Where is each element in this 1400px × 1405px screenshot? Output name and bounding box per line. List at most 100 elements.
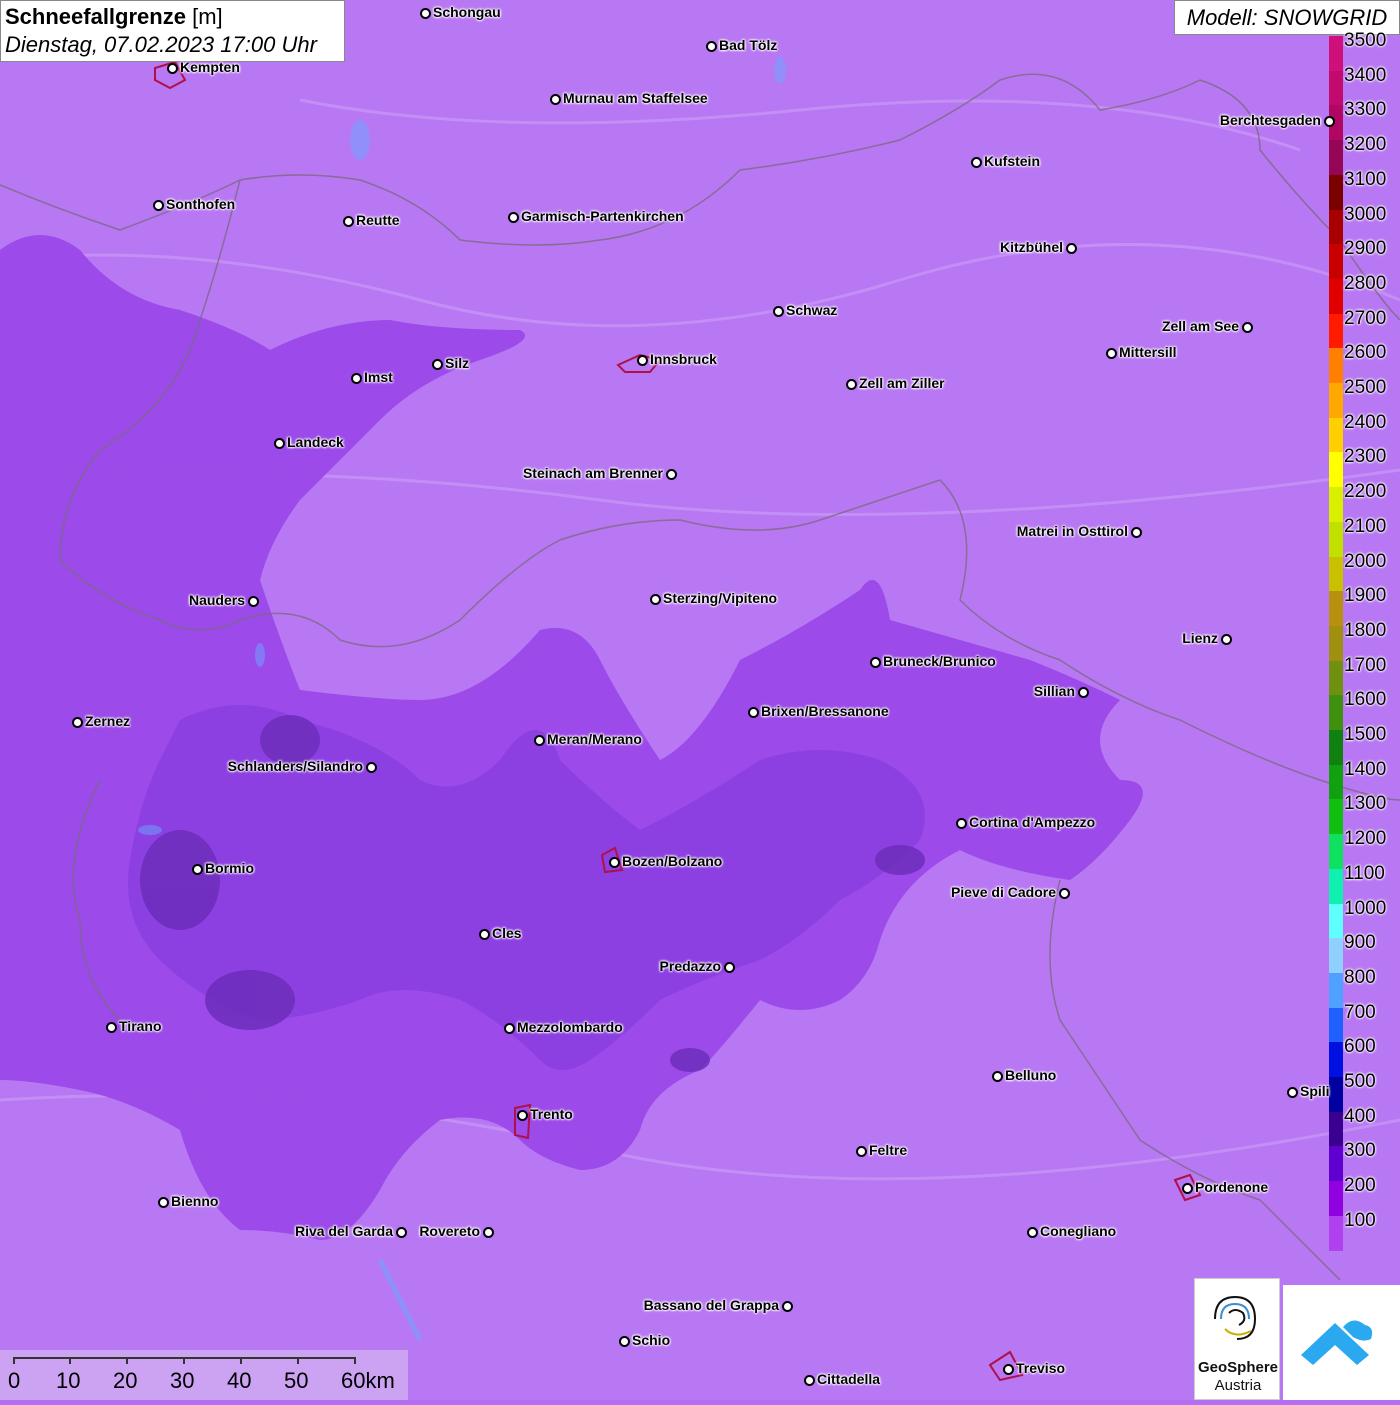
city-label: Reutte [356,212,400,228]
city-label: Pordenone [1195,1179,1269,1195]
legend-label: 400 [1344,1105,1376,1127]
city-marker-icon [72,717,83,728]
city-marker-icon [1221,634,1232,645]
legend-label: 800 [1344,966,1376,988]
city-label: Kempten [180,59,240,75]
legend-color-2100 [1329,521,1343,557]
city-marker-icon [650,594,661,605]
city-marker-icon [782,1301,793,1312]
legend-color-3500 [1329,36,1343,72]
legend-color-500 [1329,1077,1343,1113]
legend-color-800 [1329,972,1343,1009]
legend-label: 1600 [1344,689,1387,711]
city-marker-icon [508,212,519,223]
city-label: Lienz [1182,630,1218,646]
legend-label: 1000 [1344,897,1387,919]
city-marker-icon [637,355,648,366]
legend-color-2500 [1329,383,1343,419]
city-marker-icon [550,94,561,105]
city-label: Schlanders/Silandro [227,758,363,774]
city-marker-icon [748,707,759,718]
city-label: Conegliano [1040,1223,1117,1239]
city-label: Matrei in Osttirol [1016,523,1128,539]
legend-color-2400 [1329,417,1343,453]
city-label: Bormio [205,860,254,876]
city-marker-icon [534,735,545,746]
city-label: Mezzolombardo [517,1019,623,1035]
city-label: Cortina d'Ampezzo [969,814,1096,830]
city-marker-icon [706,41,717,52]
city-label: Cittadella [817,1371,881,1387]
scale-label: 10 [56,1368,81,1393]
city-marker-icon [992,1071,1003,1082]
city-marker-icon [1324,116,1335,127]
legend-label: 2300 [1344,446,1387,468]
legend-color-900 [1329,938,1343,974]
legend-color-400 [1329,1111,1343,1147]
scale-label: 60km [341,1368,395,1393]
title-parameter-line: Schneefallgrenze [m] [5,3,340,31]
city-label: Kitzbühel [1000,239,1063,255]
city-label: Sterzing/Vipiteno [663,590,778,606]
legend-label: 300 [1344,1140,1376,1162]
city-label: Predazzo [659,958,721,974]
legend-color-2200 [1329,487,1343,523]
legend-label: 2600 [1344,342,1387,364]
scale-label: 30 [170,1368,195,1393]
city-label: Schongau [433,4,501,20]
city-marker-icon [479,929,490,940]
legend-color-1200 [1329,834,1343,870]
city-label: Kufstein [984,153,1040,169]
city-label: Mittersill [1119,344,1177,360]
legend-color-3400 [1329,70,1343,106]
city-label: Bruneck/Brunico [883,653,996,669]
legend-color-2900 [1329,244,1343,280]
scale-tick [69,1357,71,1364]
city-label: Innsbruck [650,351,717,367]
legend-color-1800 [1329,625,1343,662]
city-marker-icon [274,438,285,449]
city-label: Rovereto [419,1223,480,1239]
scale-tick [240,1357,242,1364]
city-label: Brixen/Bressanone [761,703,889,719]
legend-color-1400 [1329,764,1343,800]
scale-tick [126,1357,128,1364]
city-label: Silz [445,355,470,371]
legend-label: 100 [1344,1209,1376,1231]
legend-color-300 [1329,1146,1343,1182]
city-label: Trento [530,1106,573,1122]
city-label: Meran/Merano [547,731,642,747]
city-label: Zernez [85,713,131,729]
scale-tick [13,1357,15,1364]
city-label: Zell am See [1161,318,1239,334]
legend-label: 3100 [1344,168,1387,190]
legend-label: 1900 [1344,585,1387,607]
city-label: Bassano del Grappa [643,1297,779,1313]
city-marker-icon [1066,243,1077,254]
city-marker-icon [504,1023,515,1034]
legend-label: 1700 [1344,654,1387,676]
legend-label: 3500 [1344,30,1387,51]
city-marker-icon [517,1110,528,1121]
city-marker-icon [956,818,967,829]
title-unit: [m] [192,4,223,29]
legend-label: 2900 [1344,238,1387,260]
city-label: Landeck [287,434,344,450]
city-marker-icon [1131,527,1142,538]
city-marker-icon [396,1227,407,1238]
city-marker-icon [773,306,784,317]
legend-label: 2700 [1344,307,1387,329]
city-marker-icon [106,1022,117,1033]
city-label: Schwaz [786,302,838,318]
city-marker-icon [856,1146,867,1157]
city-marker-icon [192,864,203,875]
city-label: Berchtesgaden [1219,112,1321,128]
legend-color-3100 [1329,174,1343,210]
legend-label: 1800 [1344,619,1387,641]
city-label: Riva del Garda [294,1223,393,1239]
legend-label: 1500 [1344,724,1387,745]
legend-label: 500 [1344,1071,1376,1092]
title-parameter: Schneefallgrenze [5,4,186,29]
city-marker-icon [1182,1183,1193,1194]
legend-label: 3400 [1344,64,1387,86]
